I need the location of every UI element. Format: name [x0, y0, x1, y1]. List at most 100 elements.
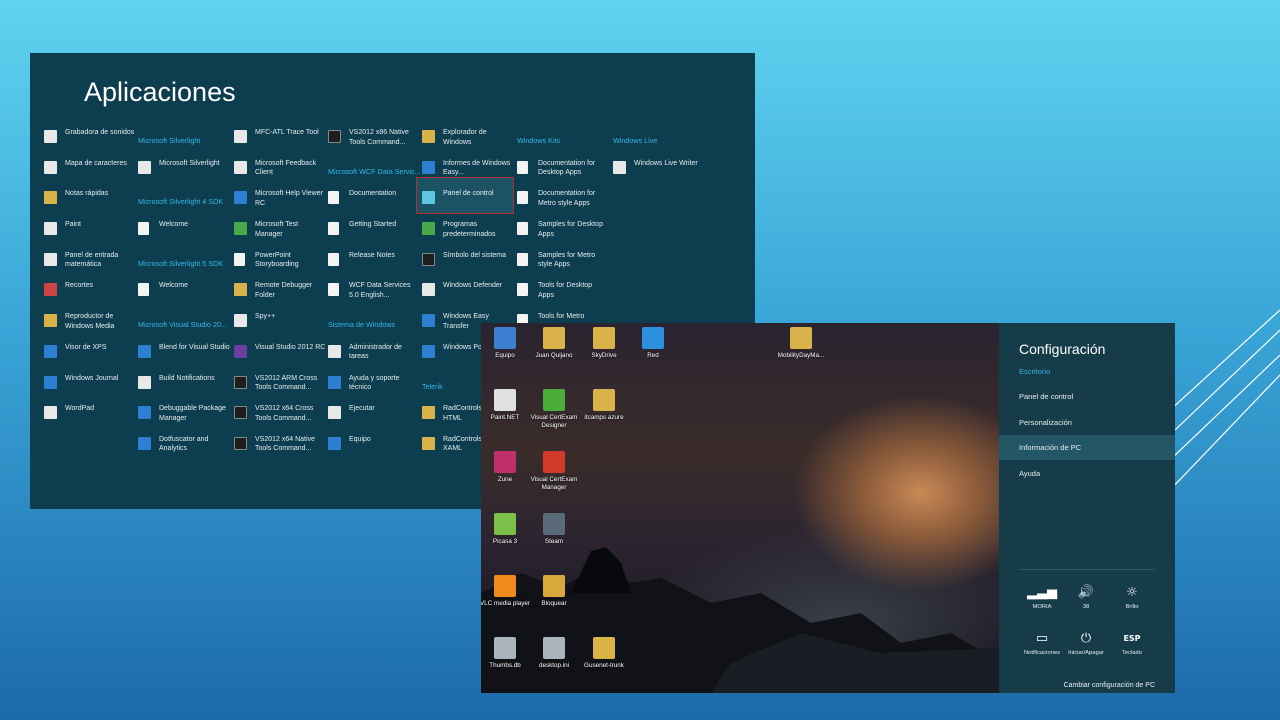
app-label: Ayuda y soporte técnico	[349, 374, 400, 392]
app-tile[interactable]: Release Notes	[328, 249, 420, 280]
charm-menu-item[interactable]: Personalización	[999, 410, 1175, 435]
app-tile[interactable]: Ayuda y soporte técnico	[328, 372, 420, 403]
charm-menu-item[interactable]: Panel de control	[999, 384, 1175, 409]
command-prompt-icon	[328, 130, 341, 143]
app-tile[interactable]: Panel de control	[422, 187, 514, 218]
app-tile[interactable]: Visual Studio 2012 RC	[234, 341, 326, 372]
quick-setting[interactable]: ⏻ Iniciar/Apagar	[1063, 631, 1109, 656]
app-tile[interactable]: WCF Data Services 5.0 English...	[328, 279, 420, 310]
document-icon	[234, 252, 245, 266]
app-tile[interactable]: Microsoft Test Manager	[234, 218, 326, 249]
desktop-icon[interactable]: Juan Quijano	[526, 327, 582, 360]
power-icon: ⏻	[1080, 631, 1092, 646]
app-tile[interactable]: Mapa de caracteres	[44, 157, 136, 188]
folder-icon	[593, 389, 615, 411]
notifications-icon: ▭	[1035, 631, 1049, 646]
app-tile[interactable]: Programas predeterminados	[422, 218, 514, 249]
app-label: Recortes	[65, 282, 94, 290]
app-tile[interactable]: Paint	[44, 218, 136, 249]
charm-menu-item[interactable]: Información de PC	[999, 435, 1175, 460]
app-tile[interactable]: Documentation	[328, 187, 420, 218]
app-label: Panel de control	[443, 190, 494, 198]
app-tile[interactable]: Getting Started	[328, 218, 420, 249]
desktop-icon[interactable]: Bloquear	[526, 575, 582, 608]
apps-title: Aplicaciones	[84, 77, 236, 107]
app-tile[interactable]: Equipo	[328, 433, 420, 464]
app-tile[interactable]: Explorador de Windows	[422, 126, 514, 157]
app-tile[interactable]: Welcome	[138, 218, 230, 249]
desktop-icon[interactable]: itcamps azure	[576, 389, 632, 422]
app-tile[interactable]: Documentation for Desktop Apps	[517, 157, 609, 188]
app-tile[interactable]: Tools for Desktop Apps	[517, 279, 609, 310]
app-tile[interactable]: Notas rápidas	[44, 187, 136, 218]
app-tile[interactable]: Recortes	[44, 279, 136, 310]
file-icon	[494, 637, 516, 659]
app-tile[interactable]: Samples for Metro style Apps	[517, 249, 609, 280]
app-tile[interactable]: PowerPoint Storyboarding	[234, 249, 326, 280]
folder-icon	[790, 327, 812, 349]
quick-setting[interactable]: 🔊 38	[1063, 585, 1109, 610]
app-tile[interactable]: Dotfuscator and Analytics	[138, 433, 230, 464]
app-tile[interactable]: Ejecutar	[328, 402, 420, 433]
app-label: Grabadora de sonidos	[65, 129, 135, 136]
app-tile[interactable]: Microsoft Help Viewer RC	[234, 187, 326, 218]
app-tile[interactable]: Debuggable Package Manager	[138, 402, 230, 433]
app-tile[interactable]: Informes de Windows Easy...	[422, 157, 514, 188]
app-tile[interactable]: Welcome	[138, 279, 230, 310]
app-tile[interactable]: Reproductor de Windows Media	[44, 310, 136, 341]
app-label: Dotfuscator and Analytics	[159, 435, 209, 453]
apps-column: Microsoft Silverlight Microsoft Silverlig…	[138, 126, 230, 464]
quick-setting[interactable]: ▭ Notificaciones	[1019, 631, 1065, 656]
app-tile[interactable]: WordPad	[44, 402, 136, 433]
app-tile[interactable]: Blend for Visual Studio	[138, 341, 230, 372]
desktop-icon[interactable]: Steam	[526, 513, 582, 546]
desktop-icon-label: Visual CertExam Manager	[530, 476, 578, 491]
quick-setting[interactable]: ☼ Brillo	[1109, 585, 1155, 610]
app-tile[interactable]: Windows Journal	[44, 372, 136, 403]
app-tile[interactable]: MFC-ATL Trace Tool	[234, 126, 326, 157]
app-label: PowerPoint Storyboarding	[255, 251, 299, 269]
charm-menu-item[interactable]: Ayuda	[999, 461, 1175, 486]
app-tile[interactable]: Símbolo del sistema	[422, 249, 514, 280]
desktop-icon[interactable]: desktop.ini	[526, 637, 582, 670]
change-pc-settings-link[interactable]: Cambiar configuración de PC	[1064, 682, 1155, 689]
app-tile[interactable]: Spy++	[234, 310, 326, 341]
app-tile[interactable]: Samples for Desktop Apps	[517, 218, 609, 249]
app-tile[interactable]: Microsoft Silverlight	[138, 157, 230, 188]
desktop-icon-label: MobilityDayMa...	[777, 352, 825, 359]
app-label: Notas rápidas	[65, 190, 109, 198]
app-tile[interactable]: Documentation for Metro style Apps	[517, 187, 609, 218]
desktop-icon[interactable]: Visual CertExam Manager	[526, 451, 582, 491]
app-tile[interactable]: VS2012 x64 Cross Tools Command...	[234, 402, 326, 433]
desktop-icon[interactable]: Red	[625, 327, 681, 360]
desktop-icon[interactable]: SkyDrive	[576, 327, 632, 360]
app-group-header: Microsoft Visual Studio 20...	[138, 320, 227, 330]
app-tile[interactable]: VS2012 x86 Native Tools Command...	[328, 126, 420, 157]
app-tile[interactable]: Panel de entrada matemática	[44, 249, 136, 280]
gear-file-icon	[543, 637, 565, 659]
quick-setting[interactable]: ESP Teclado	[1109, 631, 1155, 656]
app-tile[interactable]: VS2012 ARM Cross Tools Command...	[234, 372, 326, 403]
scissors-icon	[44, 283, 57, 297]
app-label: VS2012 ARM Cross Tools Command...	[255, 374, 318, 392]
app-label: Reproductor de Windows Media	[65, 313, 115, 330]
app-tile[interactable]: Administrador de tareas	[328, 341, 420, 372]
control-panel-icon	[422, 191, 435, 205]
app-label: VS2012 x64 Cross Tools Command...	[255, 405, 314, 422]
app-tile[interactable]: Grabadora de sonidos	[44, 126, 136, 157]
app-tile[interactable]: VS2012 x64 Native Tools Command...	[234, 433, 326, 464]
app-tile[interactable]: Build Notifications	[138, 372, 230, 403]
app-tile[interactable]: Microsoft Feedback Client	[234, 157, 326, 188]
app-tile[interactable]: Remote Debugger Folder	[234, 279, 326, 310]
desktop-icon[interactable]: Visual CertExam Designer	[526, 389, 582, 429]
app-tile[interactable]: Windows Live Writer	[613, 157, 705, 188]
desktop-icon[interactable]: Gusenet-trunk	[576, 637, 632, 670]
defender-icon	[422, 283, 435, 297]
desktop-icon[interactable]: MobilityDayMa...	[773, 327, 829, 360]
quick-setting[interactable]: ▂▃▅ MORIA	[1019, 585, 1065, 610]
app-label: Documentation for Metro style Apps	[538, 190, 596, 207]
media-player-icon	[44, 314, 57, 328]
app-label: WordPad	[65, 405, 95, 413]
app-tile[interactable]: Windows Defender	[422, 279, 514, 310]
app-tile[interactable]: Visor de XPS	[44, 341, 136, 372]
